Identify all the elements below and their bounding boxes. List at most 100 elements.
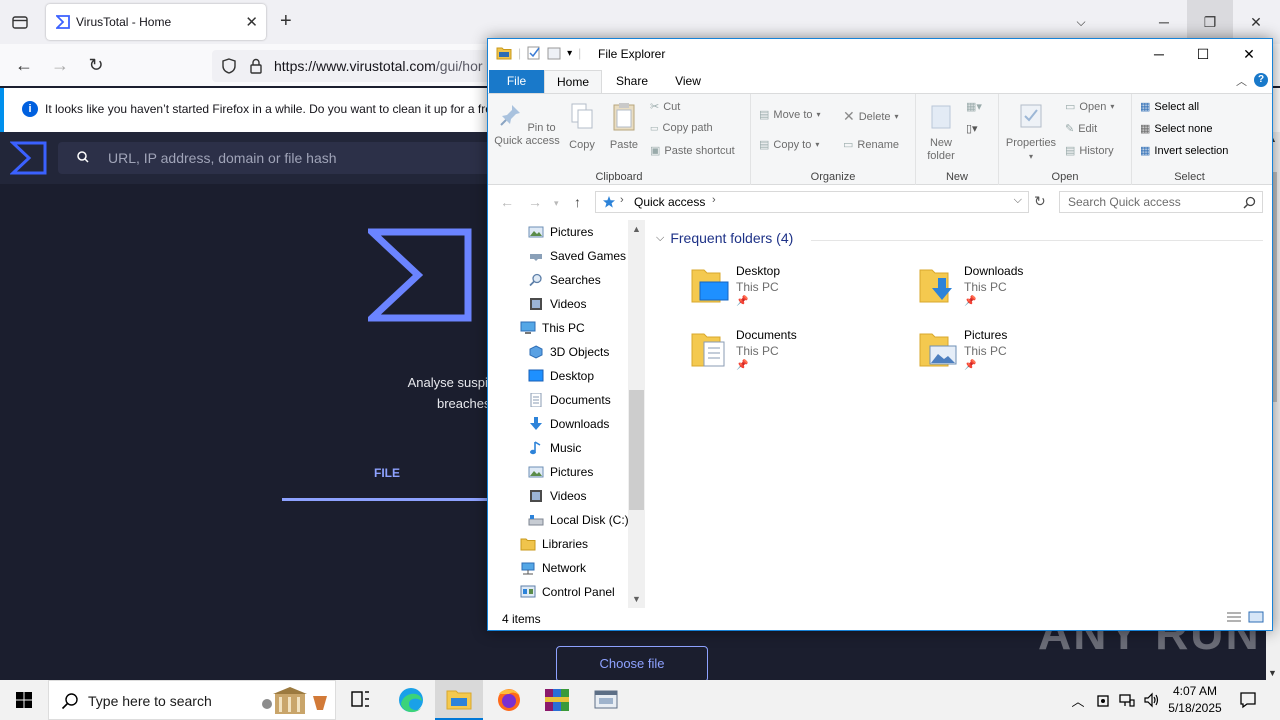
nav-item-searches[interactable]: Searches [528, 268, 601, 292]
tab-view[interactable]: View [660, 70, 716, 93]
nav-item-this-pc[interactable]: This PC [520, 316, 585, 340]
taskbar-firefox[interactable] [485, 680, 533, 720]
minimize-button[interactable]: ─ [1136, 39, 1182, 69]
paste-shortcut-button[interactable]: ▣ Paste shortcut [650, 144, 735, 158]
nav-item-saved-games[interactable]: Saved Games [528, 244, 626, 268]
invert-selection-button[interactable]: ▦ Invert selection [1140, 144, 1228, 158]
copy-to-button[interactable]: ▤ Copy to ▾ [759, 138, 819, 152]
nav-item-documents[interactable]: Documents [528, 388, 611, 412]
properties-qat-icon[interactable] [527, 46, 541, 60]
lock-icon[interactable] [248, 57, 264, 75]
copy-path-button[interactable]: ▭ Copy path [650, 122, 713, 134]
taskbar-edge[interactable] [387, 680, 435, 720]
history-button[interactable]: ▤ History [1065, 144, 1114, 158]
recent-locations-button[interactable]: ▾ [554, 198, 559, 209]
system-clock[interactable]: 4:07 AM 5/18/2025 [1160, 683, 1230, 717]
nav-item-control-panel[interactable]: Control Panel [520, 580, 615, 604]
large-icons-view-icon[interactable] [1248, 611, 1264, 623]
volume-icon[interactable] [1140, 680, 1162, 720]
move-to-button[interactable]: ▤ Move to ▾ [759, 108, 821, 122]
open-button[interactable]: ▭ Open ▾ [1065, 100, 1114, 114]
taskbar-app-window[interactable] [582, 680, 630, 720]
refresh-icon[interactable]: ↻ [1034, 193, 1046, 210]
nav-item-local-disk[interactable]: Local Disk (C:) [528, 508, 629, 532]
notification-message: It looks like you haven’t started Firefo… [45, 102, 492, 116]
delete-button[interactable]: ✕ Delete ▾ [843, 108, 899, 125]
tracking-shield-icon[interactable] [220, 57, 238, 75]
details-view-icon[interactable] [1226, 611, 1242, 623]
new-folder-button[interactable]: New folder [920, 102, 962, 163]
show-hidden-icons-button[interactable]: ︿ [1066, 680, 1090, 720]
search-quick-access-input[interactable]: Search Quick access [1059, 191, 1263, 213]
properties-button[interactable]: Properties ▾ [1003, 102, 1059, 163]
task-view-button[interactable] [336, 680, 384, 720]
help-icon[interactable]: ? [1254, 73, 1268, 87]
address-dropdown-icon[interactable]: ⌵ [1014, 194, 1022, 207]
maximize-button[interactable]: ☐ [1180, 39, 1226, 69]
back-button[interactable]: ← [12, 53, 36, 77]
action-center-button[interactable] [1232, 680, 1264, 720]
select-all-button[interactable]: ▦ Select all [1140, 100, 1199, 114]
scroll-up-icon[interactable]: ▲ [632, 224, 641, 234]
new-item-button[interactable]: ▦▾ [966, 100, 982, 113]
scroll-down-icon[interactable]: ▼ [632, 594, 641, 604]
folder-tile-downloads[interactable]: Downloads This PC 📌 [918, 264, 1138, 320]
browser-tab-virustotal[interactable]: VirusTotal - Home ✕ [46, 4, 266, 40]
close-button[interactable]: ✕ [1226, 39, 1272, 69]
pin-to-quick-access-button[interactable]: Pin to Quick access [494, 102, 560, 148]
paste-button[interactable]: Paste [606, 102, 642, 152]
nav-item-videos[interactable]: Videos [528, 292, 586, 316]
navigation-pane-scrollbar[interactable]: ▲ ▼ [628, 220, 645, 608]
tab-file[interactable]: File [489, 70, 544, 93]
customize-qat-icon[interactable]: ▾ [567, 48, 572, 59]
frequent-folders-header[interactable]: ⌵ Frequent folders (4) [656, 230, 793, 246]
network-status-icon[interactable] [1116, 680, 1138, 720]
taskbar-winrar[interactable] [533, 680, 581, 720]
cut-button[interactable]: ✂ Cut [650, 100, 680, 114]
tab-home[interactable]: Home [544, 70, 602, 93]
virustotal-logo-icon[interactable] [10, 140, 48, 176]
list-all-tabs-button[interactable] [6, 8, 34, 36]
nav-item-desktop[interactable]: Desktop [528, 364, 594, 388]
collapse-ribbon-icon[interactable]: ︿ [1236, 73, 1247, 89]
forward-button[interactable]: → [528, 194, 542, 210]
tab-file[interactable]: FILE [282, 466, 492, 480]
up-button[interactable]: ↑ [574, 194, 581, 210]
rename-button[interactable]: ▭ Rename [843, 138, 899, 152]
nav-item-pictures[interactable]: Pictures [528, 220, 593, 244]
invert-selection-icon: ▦ [1140, 145, 1151, 157]
choose-file-button[interactable]: Choose file [556, 646, 708, 680]
nav-item-music[interactable]: Music [528, 436, 581, 460]
folder-location: This PC [964, 344, 1007, 358]
new-folder-qat-icon[interactable] [547, 46, 561, 60]
nav-item-network[interactable]: Network [520, 556, 586, 580]
folder-tile-documents[interactable]: Documents This PC 📌 [690, 328, 910, 384]
nav-item-3d-objects[interactable]: 3D Objects [528, 340, 609, 364]
chevron-up-icon: ︿ [1071, 693, 1085, 709]
address-bar[interactable]: › Quick access › ⌵ [595, 191, 1029, 213]
tray-security-icon[interactable] [1092, 680, 1114, 720]
close-tab-icon[interactable]: ✕ [245, 13, 258, 31]
back-button[interactable]: ← [500, 194, 514, 210]
scroll-down-icon[interactable]: ▼ [1268, 668, 1277, 678]
new-tab-button[interactable]: + [280, 10, 292, 32]
taskbar-file-explorer[interactable] [435, 680, 483, 720]
reload-button[interactable]: ↻ [84, 53, 108, 77]
select-none-button[interactable]: ▦ Select none [1140, 122, 1213, 136]
start-button[interactable] [0, 680, 48, 720]
nav-item-videos-pc[interactable]: Videos [528, 484, 586, 508]
copy-button[interactable]: Copy [564, 102, 600, 152]
nav-item-downloads[interactable]: Downloads [528, 412, 609, 436]
edit-button[interactable]: ✎ Edit [1065, 122, 1097, 136]
easy-access-button[interactable]: ▯▾ [966, 122, 978, 135]
taskbar-search-box[interactable]: Type here to search [48, 680, 336, 720]
forward-button[interactable]: → [48, 53, 72, 77]
tab-share[interactable]: Share [606, 70, 658, 93]
search-input[interactable]: URL, IP address, domain or file hash [58, 142, 498, 174]
folder-tile-pictures[interactable]: Pictures This PC 📌 [918, 328, 1138, 384]
virustotal-favicon-icon [56, 15, 70, 29]
nav-item-pictures-pc[interactable]: Pictures [528, 460, 593, 484]
nav-item-libraries[interactable]: Libraries [520, 532, 588, 556]
folder-tile-desktop[interactable]: Desktop This PC 📌 [690, 264, 910, 320]
scrollbar-thumb[interactable] [629, 390, 644, 510]
